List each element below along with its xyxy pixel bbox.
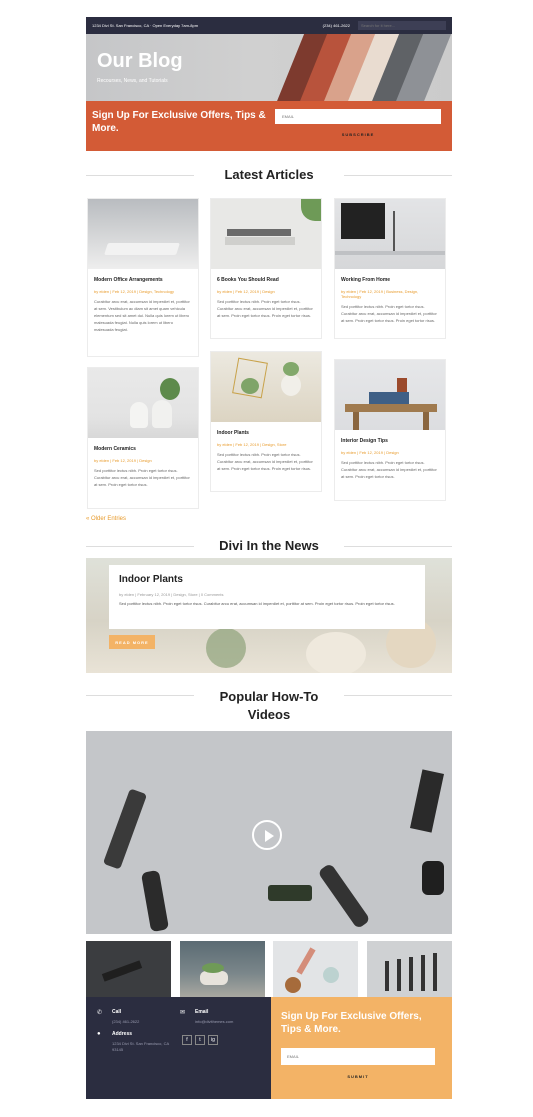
- location-icon: ●: [97, 1031, 101, 1037]
- footer-contact: ✆ Call (234) 461-2622 ✉ Email info@divit…: [86, 997, 271, 1099]
- article-image[interactable]: [211, 352, 321, 422]
- submit-button[interactable]: SUBMIT: [281, 1070, 435, 1083]
- page-subtitle: Recourses, News, and Tutorials: [97, 78, 168, 84]
- article-excerpt: Sed porttitor lectus nibh. Proin eget to…: [341, 460, 437, 479]
- video-thumbnail[interactable]: [366, 941, 452, 1005]
- article-title[interactable]: Modern Office Arrangements: [94, 277, 192, 283]
- article-card[interactable]: Interior Design Tips by elden | Feb 12, …: [334, 359, 446, 501]
- top-phone[interactable]: (234) 461-2622: [323, 23, 350, 28]
- play-icon[interactable]: [252, 820, 282, 850]
- video-player[interactable]: [86, 731, 452, 934]
- subscribe-button[interactable]: SUBSCRIBE: [275, 127, 441, 142]
- twitter-icon[interactable]: t: [195, 1035, 205, 1045]
- article-title[interactable]: 6 Books You Should Read: [217, 277, 315, 283]
- divider: [86, 175, 194, 176]
- older-entries-link[interactable]: « Older Entries: [86, 516, 452, 525]
- search-input[interactable]: [358, 21, 446, 30]
- news-excerpt: Sed porttitor lectus nibh. Proin eget to…: [119, 601, 395, 606]
- section-title: Popular How-To Videos: [219, 689, 319, 722]
- page: 1234 Divi St. San Francisco, CA · Open E…: [86, 17, 452, 1099]
- divider: [344, 695, 452, 696]
- footer-signup: Sign Up For Exclusive Offers, Tips & Mor…: [271, 997, 452, 1099]
- article-image[interactable]: [211, 199, 321, 269]
- article-card[interactable]: Working From Home by elden | Feb 12, 201…: [334, 198, 446, 339]
- article-meta: by elden | Feb 12, 2019 | Design, Store: [217, 442, 287, 447]
- video-thumbnail[interactable]: [179, 941, 265, 1005]
- signup-text: Sign Up For Exclusive Offers, Tips & Mor…: [92, 110, 266, 134]
- email-icon: ✉: [180, 1010, 186, 1016]
- article-image[interactable]: [335, 199, 445, 269]
- divider: [344, 546, 452, 547]
- article-meta: by elden | Feb 12, 2019 | Design: [341, 450, 399, 455]
- latest-articles-heading-row: Latest Articles: [86, 163, 452, 187]
- top-right: (234) 461-2622: [323, 21, 446, 30]
- footer-email-field[interactable]: [281, 1048, 435, 1065]
- email-value[interactable]: info@divithemes.com: [195, 1019, 233, 1025]
- article-excerpt: Sed porttitor lectus nibh. Proin eget to…: [217, 299, 313, 318]
- signup-banner: Sign Up For Exclusive Offers, Tips & Mor…: [86, 101, 452, 151]
- divider: [86, 695, 194, 696]
- article-excerpt: Sed porttitor lectus nibh. Proin eget to…: [94, 468, 190, 487]
- article-title[interactable]: Indoor Plants: [217, 430, 315, 436]
- article-card[interactable]: Indoor Plants by elden | Feb 12, 2019 | …: [210, 351, 322, 492]
- article-image[interactable]: [335, 360, 445, 430]
- video-thumbnail[interactable]: [273, 941, 359, 1005]
- article-image[interactable]: [88, 199, 198, 269]
- news-feature: Indoor Plants by elden | February 12, 20…: [86, 558, 452, 673]
- divider: [344, 175, 452, 176]
- videos-heading-row: Popular How-To Videos: [86, 688, 452, 724]
- email-label: Email: [195, 1009, 209, 1015]
- footer: ✆ Call (234) 461-2622 ✉ Email info@divit…: [86, 997, 452, 1099]
- news-meta: by elden | February 12, 2019 | Design, S…: [119, 592, 224, 597]
- footer-signup-text: Sign Up For Exclusive Offers, Tips & Mor…: [281, 1011, 422, 1035]
- top-bar: 1234 Divi St. San Francisco, CA · Open E…: [86, 17, 452, 34]
- articles-grid: Modern Office Arrangements by elden | Fe…: [86, 198, 452, 516]
- article-card[interactable]: 6 Books You Should Read by elden | Feb 1…: [210, 198, 322, 339]
- phone-icon: ✆: [97, 1010, 103, 1016]
- facebook-icon[interactable]: f: [182, 1035, 192, 1045]
- video-thumbnail[interactable]: [86, 941, 171, 1005]
- news-heading-row: Divi In the News: [86, 534, 452, 558]
- news-title[interactable]: Indoor Plants: [119, 574, 415, 585]
- divider: [86, 546, 194, 547]
- email-field[interactable]: [275, 109, 441, 124]
- article-meta: by elden | Feb 12, 2019 | Design: [94, 458, 152, 463]
- article-title[interactable]: Modern Ceramics: [94, 446, 192, 452]
- call-value[interactable]: (234) 461-2622: [112, 1019, 139, 1025]
- article-excerpt: Sed porttitor lectus nibh. Proin eget to…: [217, 452, 313, 471]
- read-more-button[interactable]: READ MORE: [109, 635, 155, 649]
- article-card[interactable]: Modern Ceramics by elden | Feb 12, 2019 …: [87, 367, 199, 509]
- page-title: Our Blog: [97, 50, 183, 72]
- news-card: Indoor Plants by elden | February 12, 20…: [109, 565, 425, 629]
- article-image[interactable]: [88, 368, 198, 438]
- article-meta: by elden | Feb 12, 2019 | Business, Desi…: [341, 289, 419, 299]
- article-excerpt: Sed porttitor lectus nibh. Proin eget to…: [341, 304, 437, 323]
- hero-banner: Our Blog Recourses, News, and Tutorials: [86, 34, 452, 101]
- article-title[interactable]: Interior Design Tips: [341, 438, 439, 444]
- call-label: Call: [112, 1009, 122, 1015]
- article-excerpt: Curabitur arcu erat, accumsan id imperdi…: [94, 299, 190, 332]
- article-meta: by elden | Feb 12, 2019 | Design: [217, 289, 275, 294]
- address-value: 1234 Divi St. San Francisco, CA 93145: [112, 1041, 169, 1052]
- article-title[interactable]: Working From Home: [341, 277, 439, 283]
- article-meta: by elden | Feb 12, 2019 | Design, Techno…: [94, 289, 175, 294]
- address-label: Address: [112, 1031, 133, 1037]
- video-thumbnails: [86, 941, 452, 1005]
- instagram-icon[interactable]: ig: [208, 1035, 218, 1045]
- article-card[interactable]: Modern Office Arrangements by elden | Fe…: [87, 198, 199, 357]
- top-address: 1234 Divi St. San Francisco, CA · Open E…: [92, 23, 199, 28]
